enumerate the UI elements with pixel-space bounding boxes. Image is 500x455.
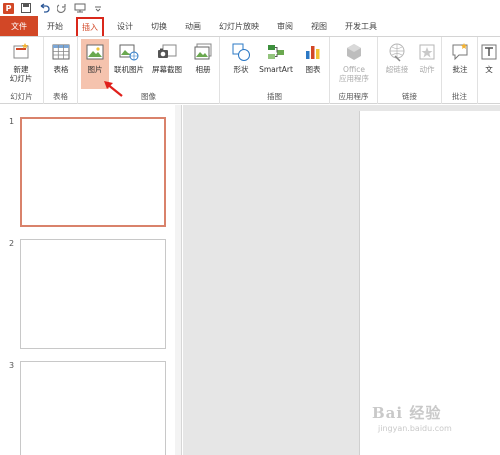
pointer-arrow-icon xyxy=(104,81,123,97)
quick-access-toolbar: P xyxy=(0,0,500,16)
comment-label: 批注 xyxy=(452,65,468,74)
watermark-logo: Bai 经验 jingyan.baidu.com xyxy=(372,402,492,448)
group-slides: 新建 幻灯片 幻灯片 xyxy=(0,37,44,104)
shapes-label: 形状 xyxy=(233,65,249,74)
action-icon xyxy=(419,44,435,60)
group-tables: 表格 表格 xyxy=(44,37,78,104)
ribbon-tabs: 文件 开始 插入 设计 切换 动画 幻灯片放映 审阅 视图 开发工具 xyxy=(0,16,500,36)
tab-design[interactable]: 设计 xyxy=(108,16,142,36)
screenshot-icon xyxy=(158,44,177,58)
action-label: 动作 xyxy=(419,65,435,74)
group-text: 文 xyxy=(478,37,500,104)
tab-view[interactable]: 视图 xyxy=(302,16,336,36)
slide-thumbnail[interactable] xyxy=(20,361,166,455)
picture-icon xyxy=(86,44,104,60)
tab-transitions[interactable]: 切换 xyxy=(142,16,176,36)
group-tables-label: 表格 xyxy=(53,92,68,101)
smartart-icon xyxy=(268,45,284,59)
picture-label: 图片 xyxy=(87,65,103,74)
watermark-url: jingyan.baidu.com xyxy=(378,424,452,433)
smartart-button[interactable]: SmartArt xyxy=(256,39,296,89)
tab-insert[interactable]: 插入 xyxy=(76,17,104,36)
redo-icon[interactable] xyxy=(56,2,68,14)
table-button[interactable]: 表格 xyxy=(46,39,76,89)
textbox-icon xyxy=(481,44,497,60)
group-slides-label: 幻灯片 xyxy=(10,92,33,101)
office-apps-label: Office 应用程序 xyxy=(339,65,369,83)
photo-album-icon xyxy=(194,43,212,60)
group-illustrations-label: 插图 xyxy=(267,92,282,101)
group-apps-label: 应用程序 xyxy=(338,92,369,101)
hyperlink-label: 超链接 xyxy=(385,65,409,74)
powerpoint-logo-icon: P xyxy=(3,2,14,14)
thumbnails-scrollbar[interactable] xyxy=(175,105,181,455)
tab-review[interactable]: 审阅 xyxy=(268,16,302,36)
tab-home[interactable]: 开始 xyxy=(38,16,72,36)
group-images-label: 图像 xyxy=(141,92,156,101)
group-illustrations: 形状 SmartArt 图表 插图 xyxy=(220,37,330,104)
table-icon xyxy=(52,44,70,60)
online-picture-icon xyxy=(119,44,139,61)
ribbon: 新建 幻灯片 幻灯片 表格 表格 图片 联机图片 屏幕截图 相册 图像 形状 S… xyxy=(0,36,500,104)
group-apps: Office 应用程序 应用程序 xyxy=(330,37,378,104)
screenshot-label: 屏幕截图 xyxy=(152,65,182,74)
office-apps-button[interactable]: Office 应用程序 xyxy=(336,39,372,89)
slide-number: 3 xyxy=(9,361,15,370)
tab-slideshow[interactable]: 幻灯片放映 xyxy=(210,16,268,36)
photo-album-button[interactable]: 相册 xyxy=(188,39,218,89)
office-apps-icon xyxy=(347,44,361,60)
table-label: 表格 xyxy=(53,65,69,74)
group-comments-label: 批注 xyxy=(452,92,467,101)
hyperlink-icon xyxy=(389,43,405,62)
textbox-label: 文 xyxy=(485,65,493,74)
slide-thumbnails-pane: 1 2 3 xyxy=(0,105,182,455)
tab-developer[interactable]: 开发工具 xyxy=(336,16,386,36)
chart-label: 图表 xyxy=(305,65,321,74)
watermark-title: Bai 经验 xyxy=(372,404,442,422)
comment-icon xyxy=(452,43,468,61)
photo-album-label: 相册 xyxy=(195,65,211,74)
slide-number: 1 xyxy=(9,117,15,126)
undo-icon[interactable] xyxy=(38,2,50,14)
new-slide-label: 新建 幻灯片 xyxy=(9,65,33,83)
smartart-label: SmartArt xyxy=(259,65,293,74)
new-slide-icon xyxy=(13,43,29,59)
comment-button[interactable]: 批注 xyxy=(445,39,475,89)
tab-animations[interactable]: 动画 xyxy=(176,16,210,36)
slide-number: 2 xyxy=(9,239,15,248)
group-links: 超链接 动作 链接 xyxy=(378,37,442,104)
group-comments: 批注 批注 xyxy=(442,37,478,104)
textbox-button[interactable]: 文 xyxy=(478,39,500,89)
online-picture-label: 联机图片 xyxy=(114,65,144,74)
group-images: 图片 联机图片 屏幕截图 相册 图像 xyxy=(78,37,220,104)
hyperlink-button[interactable]: 超链接 xyxy=(382,39,412,89)
shapes-icon xyxy=(232,43,250,61)
chart-icon xyxy=(306,46,320,59)
screenshot-button[interactable]: 屏幕截图 xyxy=(149,39,185,89)
slide-thumbnail[interactable] xyxy=(20,117,166,227)
start-from-beginning-icon[interactable] xyxy=(74,2,86,14)
save-icon[interactable] xyxy=(20,2,32,14)
group-links-label: 链接 xyxy=(402,92,417,101)
customize-icon[interactable] xyxy=(92,2,104,14)
new-slide-button[interactable]: 新建 幻灯片 xyxy=(6,39,36,89)
shapes-button[interactable]: 形状 xyxy=(226,39,256,89)
action-button[interactable]: 动作 xyxy=(412,39,442,89)
tab-file[interactable]: 文件 xyxy=(0,16,38,36)
chart-button[interactable]: 图表 xyxy=(298,39,328,89)
slide-thumbnail[interactable] xyxy=(20,239,166,349)
